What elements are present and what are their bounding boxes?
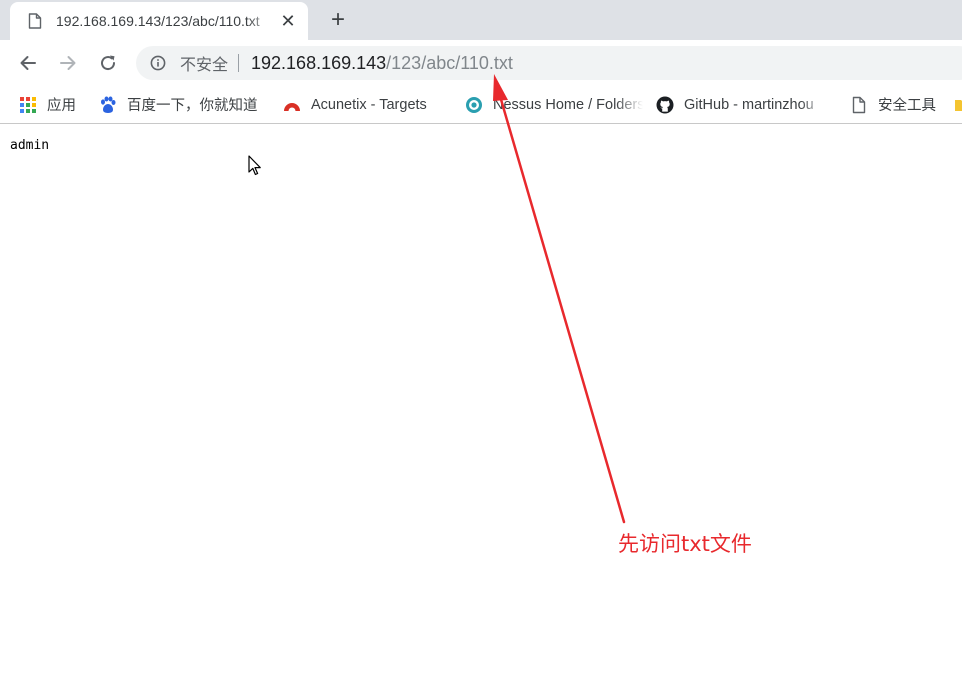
forward-button[interactable] xyxy=(54,49,82,77)
apps-grid-icon xyxy=(20,96,36,113)
omnibox-separator xyxy=(238,54,240,72)
new-tab-button[interactable]: + xyxy=(324,6,352,34)
url-text[interactable]: 192.168.169.143/123/abc/110.txt xyxy=(251,53,513,74)
tab-active[interactable]: 192.168.169.143/123/abc/110.txt ✕ xyxy=(10,2,308,40)
bookmark-security-tools[interactable]: 安全工具 xyxy=(850,86,936,123)
acunetix-icon xyxy=(284,102,300,111)
reload-button[interactable] xyxy=(94,49,122,77)
back-button[interactable] xyxy=(14,49,42,77)
url-host: 192.168.169.143 xyxy=(251,52,387,73)
bookmark-github[interactable]: GitHub - martinzhou xyxy=(656,86,826,123)
toolbar: 不安全 192.168.169.143/123/abc/110.txt xyxy=(0,40,962,86)
mouse-cursor-icon xyxy=(248,155,261,176)
tab-strip: 192.168.169.143/123/abc/110.txt ✕ + xyxy=(0,0,962,40)
bookmark-label: 应用 xyxy=(47,98,76,114)
bookmarks-bar: 应用 百度一下，你就知道 Acunetix - Targets Nessus H… xyxy=(0,86,962,124)
page-content-text: admin xyxy=(10,138,50,153)
close-icon[interactable]: ✕ xyxy=(278,11,298,31)
baidu-paw-icon xyxy=(101,96,116,113)
file-icon xyxy=(28,13,42,29)
bookmark-label: 安全工具 xyxy=(878,98,936,114)
bookmark-label: Acunetix - Targets xyxy=(311,96,427,113)
url-path: /123/abc/110.txt xyxy=(386,52,513,73)
info-icon[interactable] xyxy=(150,55,166,71)
bookmark-overflow-folder[interactable] xyxy=(954,86,962,123)
annotation-label: 先访问txt文件 xyxy=(618,532,752,556)
bookmark-baidu[interactable]: 百度一下，你就知道 xyxy=(99,86,258,123)
reload-icon xyxy=(101,55,116,71)
github-icon xyxy=(656,96,674,113)
bookmark-acunetix[interactable]: Acunetix - Targets xyxy=(283,86,427,123)
bookmark-label: 百度一下，你就知道 xyxy=(127,98,258,114)
nessus-icon xyxy=(466,96,482,113)
bookmark-label: GitHub - martinzhou xyxy=(684,96,814,113)
bookmark-label: Nessus Home / Folders xyxy=(493,96,643,113)
arrow-right-icon xyxy=(60,56,76,70)
arrow-left-icon xyxy=(20,56,36,70)
bookmark-nessus[interactable]: Nessus Home / Folders xyxy=(465,86,643,123)
file-icon xyxy=(852,96,866,113)
folder-icon xyxy=(955,99,962,111)
security-label[interactable]: 不安全 xyxy=(180,51,228,75)
address-bar[interactable]: 不安全 192.168.169.143/123/abc/110.txt xyxy=(136,46,962,80)
bookmark-apps[interactable]: 应用 xyxy=(19,86,76,123)
tab-title: 192.168.169.143/123/abc/110.txt xyxy=(56,13,260,29)
